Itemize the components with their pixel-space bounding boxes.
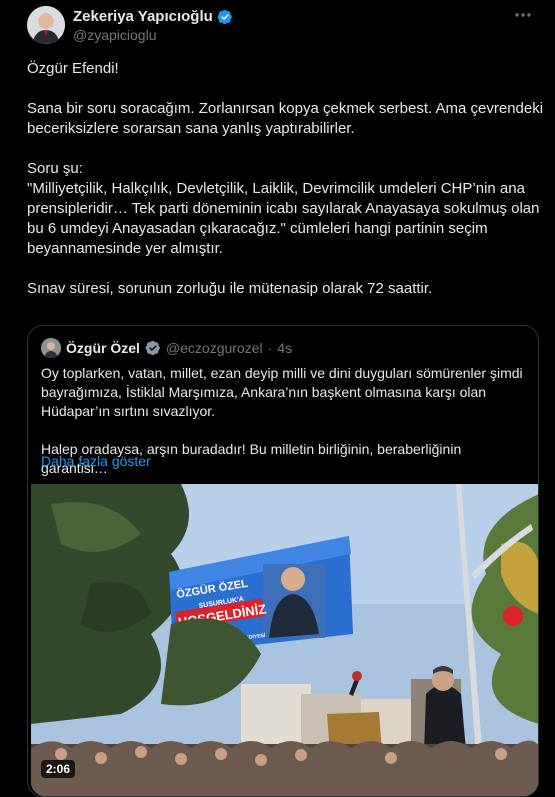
video-thumbnail: ÖZGÜR ÖZEL SUSURLUK'A HOŞGELDİNİZ SUSURL… <box>31 484 538 796</box>
quote-video[interactable]: ÖZGÜR ÖZEL SUSURLUK'A HOŞGELDİNİZ SUSURL… <box>31 484 538 796</box>
author-handle[interactable]: @zyapicioglu <box>73 27 156 43</box>
tweet[interactable]: Zekeriya Yapıcıoğlu @zyapicioglu Özgür E… <box>0 0 555 797</box>
quote-author-name[interactable]: Özgür Özel <box>66 340 140 356</box>
tweet-text: Özgür Efendi! Sana bir soru soracağım. Z… <box>27 60 544 297</box>
quote-header[interactable]: Özgür Özel @eczozgurozel · 4s <box>41 338 292 358</box>
quote-timestamp[interactable]: 4s <box>277 340 292 356</box>
more-options-icon[interactable] <box>513 6 533 24</box>
author-avatar[interactable] <box>27 6 65 44</box>
quote-tweet-card[interactable]: Özgür Özel @eczozgurozel · 4s Oy toplark… <box>27 325 539 797</box>
show-more-link[interactable]: Daha fazla göster <box>41 453 151 469</box>
quote-separator: · <box>267 340 273 356</box>
quote-author-avatar[interactable] <box>41 338 61 358</box>
video-duration-badge: 2:06 <box>41 760 76 778</box>
quote-avatar-image <box>41 338 61 358</box>
quote-author-handle[interactable]: @eczozgurozel <box>166 340 263 356</box>
author-name-row[interactable]: Zekeriya Yapıcıoğlu <box>73 8 233 25</box>
verified-badge-icon <box>217 9 232 24</box>
author-display-name[interactable]: Zekeriya Yapıcıoğlu <box>73 8 213 25</box>
verified-badge-icon <box>145 340 160 356</box>
author-avatar-image <box>27 6 65 44</box>
